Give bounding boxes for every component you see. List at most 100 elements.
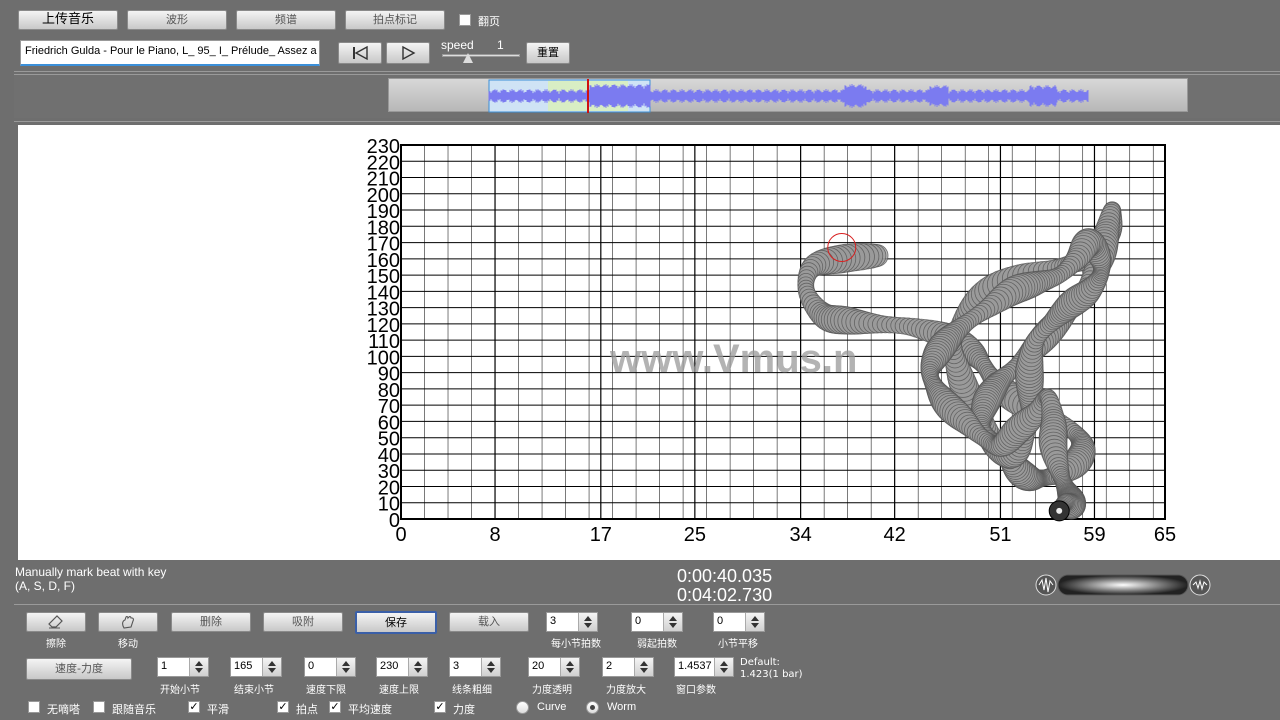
track-name-field[interactable]: Friedrich Gulda - Pour le Piano, L_ 95_ … (20, 40, 320, 66)
default-value: 1.423(1 bar) (740, 669, 803, 680)
save-button[interactable]: 保存 (355, 611, 437, 634)
dyn-alpha-label: 力度透明 (532, 685, 572, 696)
stepper-arrows-icon[interactable] (663, 613, 682, 631)
beat-mark-button[interactable]: 拍点标记 (345, 10, 445, 30)
end-bar-stepper[interactable]: 165 (230, 657, 282, 677)
bar-offset-stepper[interactable]: 0 (713, 612, 765, 632)
window-param-stepper[interactable]: 1.4537 (674, 657, 734, 677)
start-bar-stepper[interactable]: 1 (157, 657, 209, 677)
speed-slider-handle[interactable] (463, 53, 473, 63)
toolbar-divider (14, 71, 1280, 72)
worm-label: Worm (607, 701, 637, 713)
pickup-beats-stepper[interactable]: 0 (631, 612, 683, 632)
follow-music-label: 跟随音乐 (112, 703, 156, 716)
spectrum-button[interactable]: 频谱 (236, 10, 336, 30)
curve-radio[interactable] (516, 701, 529, 714)
start-bar-value: 1 (161, 660, 168, 672)
stepper-arrows-icon[interactable] (560, 658, 579, 676)
no-ticks-checkbox[interactable] (28, 701, 40, 713)
end-bar-label: 结束小节 (234, 685, 274, 696)
x-tick-label: 51 (989, 524, 1011, 546)
stepper-arrows-icon[interactable] (745, 613, 764, 631)
worm-head-highlight (1056, 507, 1063, 514)
smooth-checkbox[interactable]: ✓ (188, 701, 200, 713)
beat-point-checkbox[interactable]: ✓ (277, 701, 289, 713)
dyn-scale-value: 2 (606, 660, 613, 672)
speed-min-label: 速度下限 (306, 685, 346, 696)
worm-radio[interactable] (586, 701, 599, 714)
pickup-beats-label: 弱起拍数 (637, 639, 677, 650)
waveform-divider (14, 121, 1280, 122)
waveform-button[interactable]: 波形 (127, 10, 227, 30)
beats-per-bar-label: 每小节拍数 (551, 639, 601, 650)
erase-button[interactable] (26, 612, 86, 632)
speed-slider-track[interactable] (442, 54, 520, 57)
stepper-arrows-icon[interactable] (408, 658, 427, 676)
y-tick-label: 230 (367, 136, 400, 158)
x-tick-label: 8 (489, 524, 500, 546)
stepper-arrows-icon[interactable] (714, 658, 733, 676)
move-label: 移动 (118, 639, 138, 650)
beats-per-bar-value: 3 (550, 615, 557, 627)
load-button[interactable]: 载入 (449, 612, 529, 632)
page-turn-checkbox[interactable] (459, 14, 471, 26)
reset-button[interactable]: 重置 (526, 42, 570, 64)
line-width-stepper[interactable]: 3 (449, 657, 501, 677)
speed-max-label: 速度上限 (379, 685, 419, 696)
status-divider (14, 604, 1280, 605)
move-button[interactable] (98, 612, 158, 632)
page-turn-label: 翻页 (478, 15, 500, 28)
default-label: Default: (740, 657, 780, 668)
snap-button[interactable]: 吸附 (263, 612, 343, 632)
hint-line-2: (A, S, D, F) (15, 579, 75, 593)
chart-canvas[interactable]: 0 8 17 25 34 42 51 59 65 0 10 20 30 40 50 60 70 80 90 100 11… (18, 125, 1280, 560)
no-ticks-label: 无嘀嗒 (47, 703, 80, 716)
rewind-button[interactable] (338, 42, 382, 64)
bar-offset-label: 小节平移 (718, 639, 758, 650)
stepper-arrows-icon[interactable] (262, 658, 281, 676)
dyn-scale-stepper[interactable]: 2 (602, 657, 654, 677)
speed-min-stepper[interactable]: 0 (304, 657, 356, 677)
volume-control[interactable] (1034, 572, 1212, 598)
dynamics-label: 力度 (453, 703, 475, 716)
stepper-arrows-icon[interactable] (634, 658, 653, 676)
dyn-alpha-value: 20 (532, 660, 545, 672)
play-button[interactable] (386, 42, 430, 64)
avg-speed-checkbox[interactable]: ✓ (329, 701, 341, 713)
eraser-icon (48, 615, 63, 629)
current-time: 0:00:40.035 (677, 566, 773, 586)
x-tick-label: 25 (684, 524, 706, 546)
stepper-arrows-icon[interactable] (481, 658, 500, 676)
window-param-value: 1.4537 (678, 660, 712, 672)
dyn-alpha-stepper[interactable]: 20 (528, 657, 580, 677)
hint-line-1: Manually mark beat with key (15, 565, 167, 579)
waveform-graphic (488, 79, 1089, 113)
end-bar-value: 165 (234, 660, 253, 672)
line-width-label: 线条粗细 (452, 685, 492, 696)
delete-button[interactable]: 删除 (171, 612, 251, 632)
dynamics-checkbox[interactable]: ✓ (434, 701, 446, 713)
follow-music-checkbox[interactable] (93, 701, 105, 713)
volume-slider (1035, 574, 1211, 596)
beats-per-bar-stepper[interactable]: 3 (546, 612, 598, 632)
speed-max-value: 230 (380, 660, 399, 672)
total-time: 0:04:02.730 (677, 585, 773, 605)
x-tick-label: 42 (884, 524, 906, 546)
watermark-text: www.Vmus.n (609, 337, 857, 381)
hand-icon (122, 616, 134, 629)
speed-max-stepper[interactable]: 230 (376, 657, 428, 677)
stepper-arrows-icon[interactable] (189, 658, 208, 676)
play-icon (402, 45, 416, 61)
waveform-overview[interactable] (388, 78, 1188, 113)
tempo-dynamics-button[interactable]: 速度-力度 (26, 658, 132, 680)
stepper-arrows-icon[interactable] (578, 613, 597, 631)
x-tick-label: 59 (1083, 524, 1105, 546)
tempo-dynamics-chart: 0 8 17 25 34 42 51 59 65010203040506070809010011… (367, 136, 1177, 546)
x-tick-label: 34 (790, 524, 812, 546)
dyn-scale-label: 力度放大 (606, 685, 646, 696)
speed-label: speed (441, 38, 474, 52)
avg-speed-label: 平均速度 (348, 703, 392, 716)
upload-music-button[interactable]: 上传音乐 (18, 10, 118, 30)
stepper-arrows-icon[interactable] (336, 658, 355, 676)
track-name-text: Friedrich Gulda - Pour le Piano, L_ 95_ … (25, 45, 317, 57)
